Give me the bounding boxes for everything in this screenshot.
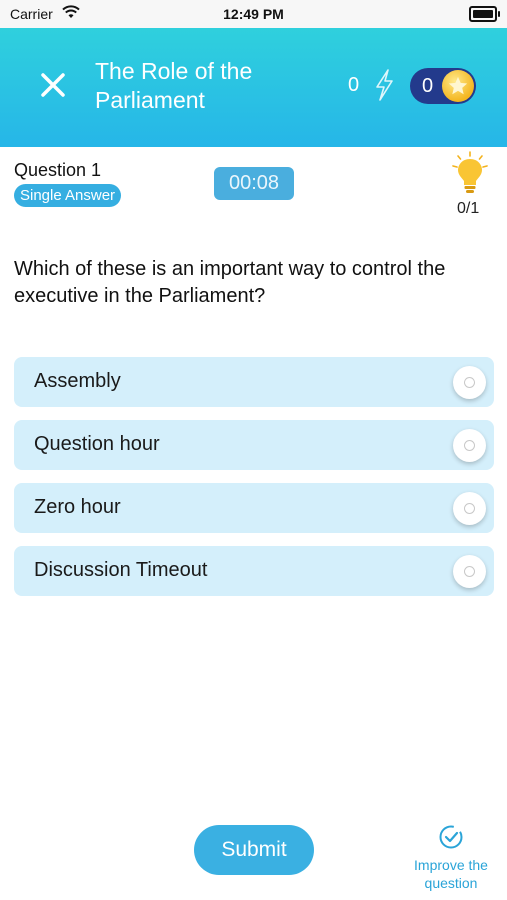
improve-icon: [439, 825, 463, 849]
close-button[interactable]: [36, 68, 70, 102]
answer-option-3[interactable]: Zero hour: [14, 483, 494, 533]
coins-count: 0: [422, 75, 434, 97]
close-icon: [41, 73, 65, 97]
answer-option-1[interactable]: Assembly: [14, 357, 494, 407]
submit-button[interactable]: Submit: [194, 825, 314, 875]
clock: 12:49 PM: [223, 6, 284, 22]
question-number: Question 1: [14, 160, 102, 180]
question-text: Which of these is an important way to co…: [14, 258, 446, 307]
answer-option-4[interactable]: Discussion Timeout: [14, 546, 494, 596]
coins-badge[interactable]: 0: [410, 68, 476, 104]
answer-type-badge: Single Answer: [14, 184, 122, 207]
option-label: Zero hour: [34, 496, 121, 518]
radio-button[interactable]: [453, 429, 486, 462]
battery-icon: [469, 6, 500, 22]
option-label: Discussion Timeout: [34, 559, 208, 581]
quiz-header: The Role of the Parliament 0 0: [0, 28, 507, 147]
improve-label: Improve the question: [414, 857, 488, 891]
question-timer: 00:08: [214, 167, 294, 200]
hint-count: 0/1: [457, 200, 480, 217]
status-bar: Carrier 12:49 PM: [0, 0, 507, 28]
option-label: Question hour: [34, 433, 160, 455]
star-coin-icon: [442, 70, 474, 102]
lesson-title: The Role of the Parliament: [95, 58, 253, 113]
energy-count: 0: [348, 74, 360, 96]
radio-button[interactable]: [453, 366, 486, 399]
answer-option-2[interactable]: Question hour: [14, 420, 494, 470]
option-label: Assembly: [34, 370, 121, 392]
radio-button[interactable]: [453, 492, 486, 525]
improve-question-button[interactable]: Improve the question: [405, 824, 497, 892]
radio-button[interactable]: [453, 555, 486, 588]
lightbulb-icon[interactable]: [450, 151, 490, 197]
lightning-icon: [376, 69, 393, 101]
